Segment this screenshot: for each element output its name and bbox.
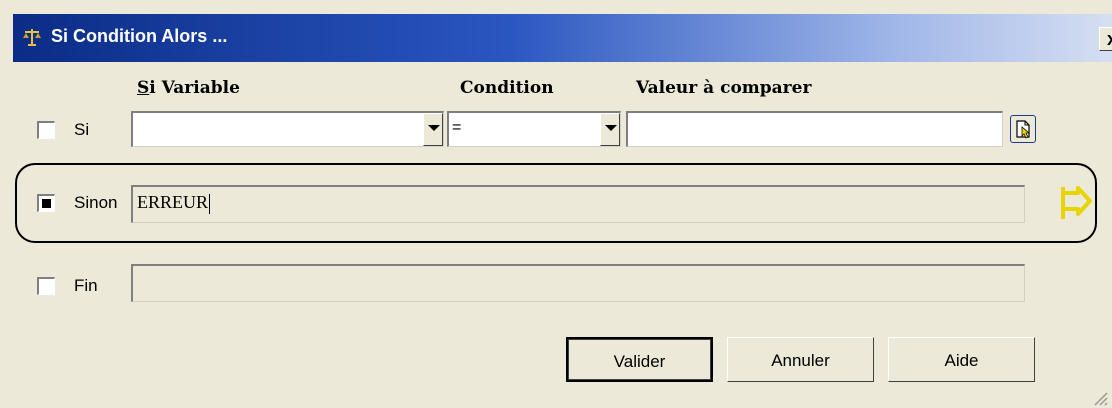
annuler-label: Annuler [771, 351, 830, 370]
scales-icon [23, 29, 41, 46]
close-icon: x [1106, 29, 1112, 49]
close-button[interactable]: x [1099, 27, 1112, 51]
condition-dropdown-button[interactable] [600, 113, 620, 146]
chevron-down-icon [428, 125, 440, 131]
pick-document-icon [1016, 120, 1031, 139]
valider-label: Valider [613, 352, 666, 371]
si-variable-combo[interactable] [131, 111, 444, 147]
header-si-variable-rest: i Variable [149, 78, 240, 98]
header-valeur: Valeur à comparer [636, 78, 812, 98]
check-mark-icon [42, 199, 51, 208]
condition-value: = [452, 119, 462, 136]
fin-checkbox[interactable] [37, 277, 55, 295]
si-variable-dropdown-button[interactable] [423, 113, 443, 146]
sinon-value: ERREUR [137, 192, 209, 212]
valider-button[interactable]: Valider [566, 337, 713, 382]
flag-arrow-icon[interactable] [1060, 183, 1094, 223]
annuler-button[interactable]: Annuler [727, 337, 874, 382]
sinon-value-wrap: ERREUR [137, 192, 211, 214]
si-label: Si [74, 120, 90, 139]
si-checkbox[interactable] [37, 121, 55, 139]
aide-button[interactable]: Aide [888, 337, 1035, 382]
fin-label: Fin [74, 276, 98, 295]
header-si-variable: Si Variable [137, 78, 240, 98]
valeur-input[interactable] [626, 111, 1003, 147]
title-bar[interactable]: Si Condition Alors ... x [13, 14, 1112, 62]
window-title: Si Condition Alors ... [51, 26, 228, 46]
dialog-window: Si Condition Alors ... x Si Variable Con… [0, 0, 1112, 408]
header-si-variable-accesskey: S [137, 78, 150, 98]
sinon-label: Sinon [74, 193, 118, 212]
fin-input[interactable] [131, 264, 1025, 302]
resize-grip-icon[interactable] [1090, 388, 1108, 406]
aide-label: Aide [944, 351, 979, 370]
chevron-down-icon [605, 125, 617, 131]
sinon-input[interactable]: ERREUR [131, 185, 1025, 223]
sinon-checkbox[interactable] [37, 194, 55, 212]
text-caret [209, 193, 211, 214]
pick-value-button[interactable] [1010, 115, 1036, 143]
condition-combo[interactable]: = [447, 111, 621, 147]
header-condition: Condition [460, 78, 554, 98]
